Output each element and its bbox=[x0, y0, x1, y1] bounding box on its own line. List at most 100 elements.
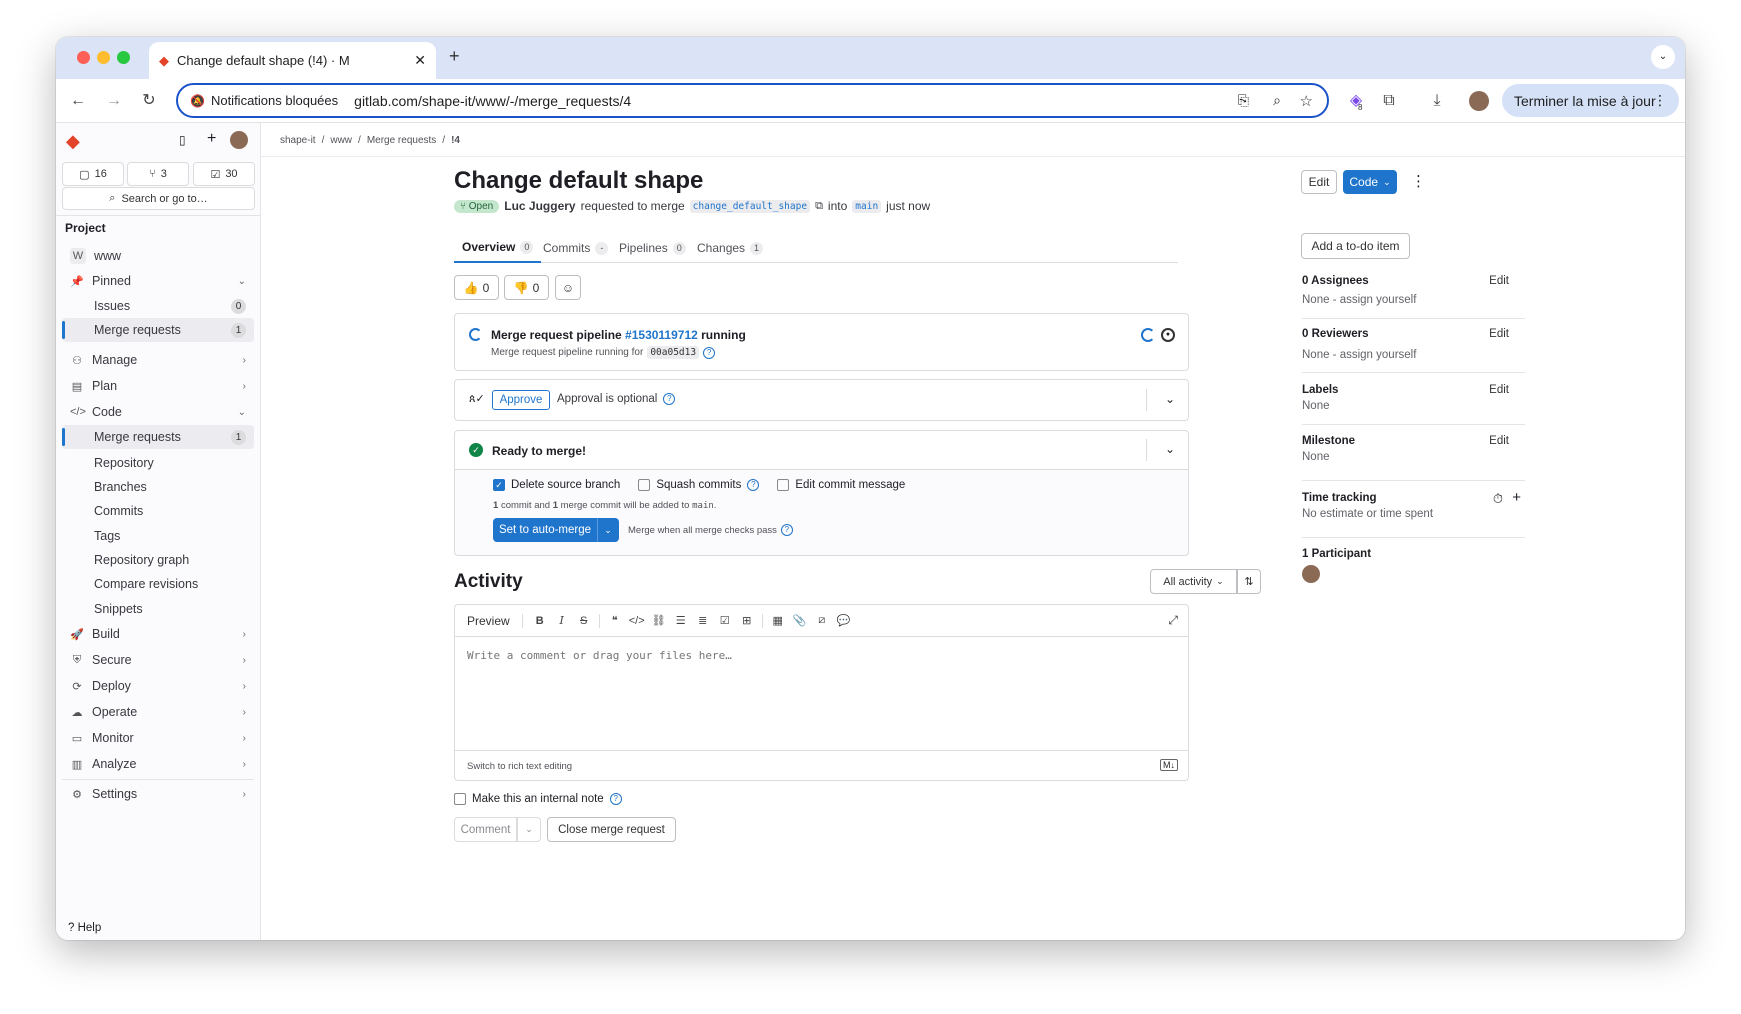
activity-filter-dropdown[interactable]: All activity ⌄ bbox=[1150, 569, 1237, 594]
sidebar-item-tags[interactable]: Tags bbox=[62, 524, 254, 548]
approve-button[interactable]: Approve bbox=[492, 390, 550, 410]
create-new-icon[interactable]: + bbox=[207, 130, 216, 148]
breadcrumb-group[interactable]: shape-it bbox=[280, 135, 316, 146]
sidebar-item-code[interactable]: </> Code ⌄ bbox=[62, 400, 254, 424]
source-branch[interactable]: change_default_shape bbox=[689, 199, 811, 213]
bold-icon[interactable]: B bbox=[529, 615, 551, 627]
bookmark-star-icon[interactable]: ☆ bbox=[1300, 92, 1313, 110]
comment-button[interactable]: Comment bbox=[454, 817, 517, 842]
url-text[interactable]: gitlab.com/shape-it/www/-/merge_requests… bbox=[354, 93, 631, 109]
back-icon[interactable]: ← bbox=[66, 89, 90, 113]
commit-sha[interactable]: 00a05d13 bbox=[647, 346, 700, 359]
sidebar-item-deploy[interactable]: ⟳ Deploy › bbox=[62, 674, 254, 698]
help-icon[interactable]: ? bbox=[609, 793, 622, 805]
help-icon[interactable]: ? bbox=[663, 393, 676, 405]
stopwatch-icon[interactable]: ⏱ bbox=[1493, 491, 1503, 507]
sidebar-item-plan[interactable]: ▤ Plan › bbox=[62, 374, 254, 398]
download-icon[interactable]: ⤓ bbox=[1425, 89, 1449, 113]
assign-yourself-link[interactable]: None - assign yourself bbox=[1302, 294, 1525, 306]
mrs-count-button[interactable]: ⑂ 3 bbox=[127, 162, 189, 186]
close-window-button[interactable] bbox=[77, 51, 90, 64]
tab-search-icon[interactable]: ⌄ bbox=[1651, 45, 1675, 69]
code-dropdown-button[interactable]: Code ⌄ bbox=[1343, 170, 1397, 194]
extensions-puzzle-icon[interactable]: ⧉ bbox=[1377, 89, 1401, 113]
tab-pipelines[interactable]: Pipelines 0 bbox=[619, 233, 686, 263]
numbered-list-icon[interactable]: ≣ bbox=[692, 614, 714, 627]
strikethrough-icon[interactable]: S bbox=[573, 615, 595, 627]
auto-merge-button[interactable]: Set to auto-merge bbox=[493, 518, 597, 542]
delete-branch-checkbox[interactable]: ✓ bbox=[493, 479, 505, 491]
sidebar-item-merge-requests-pinned[interactable]: Merge requests 1 bbox=[62, 318, 254, 342]
gitlab-logo-icon[interactable]: ◆ bbox=[66, 131, 80, 152]
help-icon[interactable]: ? bbox=[780, 524, 793, 536]
comment-template-icon[interactable]: 💬 bbox=[833, 614, 855, 627]
reload-icon[interactable]: ↻ bbox=[137, 89, 161, 113]
issues-count-button[interactable]: ▢ 16 bbox=[62, 162, 124, 186]
add-todo-button[interactable]: Add a to-do item bbox=[1301, 233, 1410, 259]
profile-avatar[interactable] bbox=[1469, 91, 1489, 111]
stage-running-icon[interactable] bbox=[1141, 328, 1155, 342]
thumbs-down-button[interactable]: 👎 0 bbox=[504, 275, 549, 300]
participant-avatar[interactable] bbox=[1302, 565, 1320, 583]
breadcrumb-mrs[interactable]: Merge requests bbox=[367, 135, 436, 146]
sidebar-item-compare-revisions[interactable]: Compare revisions bbox=[62, 572, 254, 596]
help-icon[interactable]: ? bbox=[703, 346, 716, 359]
user-avatar[interactable] bbox=[230, 131, 248, 149]
table-icon[interactable]: ▦ bbox=[767, 614, 789, 627]
sidebar-item-branches[interactable]: Branches bbox=[62, 475, 254, 499]
squash-checkbox[interactable] bbox=[638, 479, 651, 491]
quote-icon[interactable]: ❝ bbox=[604, 614, 626, 627]
sidebar-item-monitor[interactable]: ▭ Monitor › bbox=[62, 726, 254, 750]
tab-changes[interactable]: Changes 1 bbox=[697, 233, 764, 263]
close-tab-icon[interactable]: ✕ bbox=[414, 52, 426, 69]
stage-pending-icon[interactable]: ● bbox=[1161, 328, 1175, 342]
add-reaction-button[interactable]: ☺ bbox=[555, 275, 581, 300]
sidebar-item-repository-graph[interactable]: Repository graph bbox=[62, 548, 254, 572]
minimize-window-button[interactable] bbox=[97, 51, 110, 64]
sidebar-item-repository[interactable]: Repository bbox=[62, 451, 254, 475]
add-time-icon[interactable]: + bbox=[1512, 489, 1521, 506]
edit-message-checkbox[interactable] bbox=[777, 479, 790, 491]
copy-icon[interactable]: ⧉ bbox=[815, 200, 823, 213]
edit-milestone-button[interactable]: Edit bbox=[1489, 435, 1509, 447]
breadcrumb-mr[interactable]: !4 bbox=[451, 135, 460, 146]
comment-options-dropdown[interactable]: ⌄ bbox=[517, 817, 541, 842]
sidebar-item-pinned[interactable]: 📌 Pinned ⌄ bbox=[62, 269, 254, 293]
code-icon[interactable]: </> bbox=[626, 615, 648, 627]
auto-merge-dropdown[interactable]: ⌄ bbox=[597, 518, 619, 542]
tab-overview[interactable]: Overview 0 bbox=[454, 233, 542, 263]
install-app-icon[interactable]: ⎘ bbox=[1238, 92, 1249, 109]
preview-tab[interactable]: Preview bbox=[467, 614, 510, 628]
toggle-sidebar-icon[interactable]: ▯ bbox=[179, 133, 186, 147]
breadcrumb-project[interactable]: www bbox=[330, 135, 352, 146]
new-tab-icon[interactable]: + bbox=[449, 46, 460, 67]
sort-direction-button[interactable]: ⇅ bbox=[1237, 569, 1261, 594]
todos-count-button[interactable]: ☑ 30 bbox=[193, 162, 255, 186]
link-icon[interactable]: ⛓ bbox=[648, 614, 670, 627]
internal-note-checkbox[interactable] bbox=[454, 793, 466, 805]
sidebar-item-operate[interactable]: ☁ Operate › bbox=[62, 700, 254, 724]
target-branch[interactable]: main bbox=[852, 199, 882, 213]
thumbs-up-button[interactable]: 👍 0 bbox=[454, 275, 499, 300]
switch-rich-text-link[interactable]: Switch to rich text editing bbox=[467, 761, 572, 772]
notifications-blocked-label[interactable]: Notifications bloquées bbox=[211, 93, 338, 108]
fullscreen-icon[interactable]: ⤢ bbox=[1168, 613, 1178, 628]
sidebar-item-analyze[interactable]: ▥ Analyze › bbox=[62, 752, 254, 776]
sidebar-item-secure[interactable]: ⛨ Secure › bbox=[62, 648, 254, 672]
close-mr-button[interactable]: Close merge request bbox=[547, 817, 676, 842]
forward-icon[interactable]: → bbox=[102, 89, 126, 113]
more-actions-icon[interactable]: ⋮ bbox=[1411, 172, 1426, 190]
sidebar-item-manage[interactable]: ⚇ Manage › bbox=[62, 348, 254, 372]
author-link[interactable]: Luc Juggery bbox=[504, 199, 575, 213]
assign-yourself-reviewer-link[interactable]: None - assign yourself bbox=[1302, 349, 1525, 361]
sidebar-item-merge-requests[interactable]: Merge requests 1 bbox=[62, 425, 254, 449]
italic-icon[interactable]: I bbox=[551, 614, 573, 627]
bullet-list-icon[interactable]: ☰ bbox=[670, 614, 692, 627]
edit-reviewers-button[interactable]: Edit bbox=[1489, 328, 1509, 340]
sidebar-item-settings[interactable]: ⚙ Settings › bbox=[62, 782, 254, 806]
browser-tab[interactable]: ◆ Change default shape (!4) · M ✕ bbox=[149, 42, 436, 79]
collapsible-icon[interactable]: ⊞ bbox=[736, 614, 758, 627]
chevron-down-icon[interactable]: ⌄ bbox=[1165, 392, 1175, 406]
edit-assignees-button[interactable]: Edit bbox=[1489, 275, 1509, 287]
pipeline-id-link[interactable]: #1530119712 bbox=[625, 328, 698, 342]
